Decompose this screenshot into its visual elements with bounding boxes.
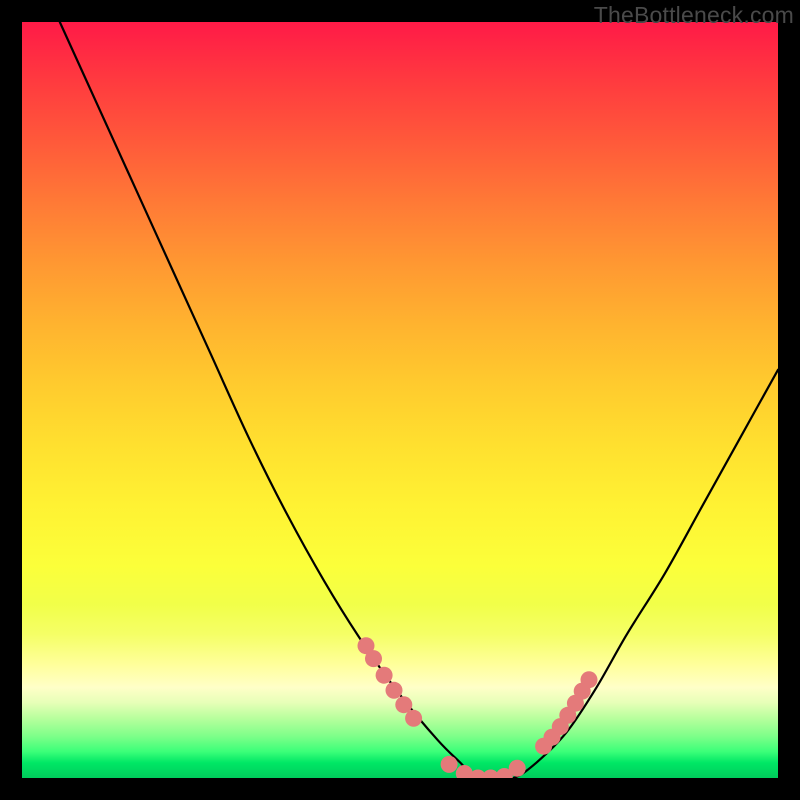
- highlight-dot: [469, 770, 486, 779]
- plot-area: [22, 22, 778, 778]
- highlight-dot: [386, 682, 403, 699]
- curve-svg: [22, 22, 778, 778]
- curve-line: [60, 22, 778, 778]
- highlight-dot: [376, 667, 393, 684]
- highlight-dot: [365, 650, 382, 667]
- highlight-markers: [358, 637, 598, 778]
- highlight-dot: [581, 671, 598, 688]
- highlight-dot: [456, 765, 473, 778]
- highlight-dot: [496, 768, 513, 778]
- highlight-dot: [405, 710, 422, 727]
- highlight-dot: [358, 637, 375, 654]
- highlight-dot: [544, 729, 561, 746]
- chart-frame: TheBottleneck.com: [0, 0, 800, 800]
- highlight-dot: [395, 696, 412, 713]
- highlight-dot: [567, 695, 584, 712]
- highlight-dot: [535, 738, 552, 755]
- highlight-dot: [552, 718, 569, 735]
- highlight-dot: [574, 683, 591, 700]
- highlight-dot: [559, 707, 576, 724]
- highlight-dot: [482, 770, 499, 779]
- highlight-dot: [441, 756, 458, 773]
- highlight-dot: [509, 760, 526, 777]
